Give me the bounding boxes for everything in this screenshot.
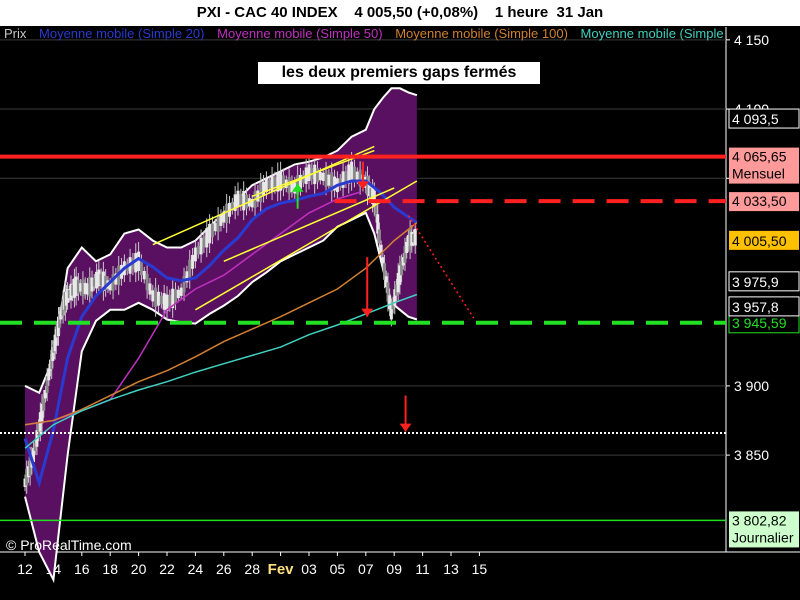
y-tick-label: 4 150 xyxy=(734,32,769,48)
legend-sma-200: Moyenne mobile (Simple 200) xyxy=(580,26,726,41)
chart-title: PXI - CAC 40 INDEX 4 005,50 (+0,08%) 1 h… xyxy=(196,4,604,21)
chart-annotation: les deux premiers gaps fermés xyxy=(257,61,541,85)
x-tick-label: 18 xyxy=(102,561,118,577)
price-candle xyxy=(219,214,223,226)
price-candle xyxy=(267,180,271,189)
legend-sma-50: Moyenne mobile (Simple 50) xyxy=(217,26,383,41)
price-candle xyxy=(321,172,325,182)
price-candle xyxy=(413,228,417,246)
price-candle xyxy=(47,369,51,381)
x-tick-label: 26 xyxy=(216,561,232,577)
x-tick-label: 07 xyxy=(358,561,374,577)
price-candle xyxy=(350,161,354,182)
price-candle xyxy=(196,246,200,255)
x-tick-label: 24 xyxy=(188,561,204,577)
chart-legend: Prix Moyenne mobile (Simple 20) Moyenne … xyxy=(4,26,726,41)
x-tick-label: 09 xyxy=(386,561,402,577)
price-candle xyxy=(42,396,46,411)
y-tick-label: 3 900 xyxy=(734,378,769,394)
price-candle xyxy=(176,289,180,299)
x-tick-label: 16 xyxy=(74,561,90,577)
x-tick-label: 05 xyxy=(330,561,346,577)
price-candle xyxy=(168,295,172,307)
price-candle xyxy=(239,194,243,206)
price-candle xyxy=(210,223,214,238)
price-candle xyxy=(256,190,260,202)
price-candle xyxy=(191,254,195,269)
value-label: 4 093,5 xyxy=(732,111,779,127)
price-candle xyxy=(174,289,178,304)
level-label: 3 802,82 xyxy=(732,512,787,528)
price-candle xyxy=(273,177,277,189)
x-tick-label: 13 xyxy=(443,561,459,577)
x-tick-label: 20 xyxy=(131,561,147,577)
price-candle xyxy=(137,251,141,272)
price-candle xyxy=(148,283,152,295)
price-candle xyxy=(154,287,158,307)
price-candle xyxy=(142,271,146,280)
price-candle xyxy=(151,290,155,302)
price-candle xyxy=(145,273,149,291)
value-label: 4 005,50 xyxy=(732,233,787,249)
price-candle xyxy=(205,228,209,248)
price-candle xyxy=(245,194,249,209)
price-candle xyxy=(159,295,163,305)
level-label: 4 065,65 xyxy=(732,149,787,165)
x-tick-label: 22 xyxy=(159,561,175,577)
x-tick-label: 28 xyxy=(244,561,260,577)
price-candle xyxy=(341,171,345,188)
price-candle xyxy=(327,174,331,186)
price-candle xyxy=(225,203,229,224)
price-candle xyxy=(236,190,240,208)
y-tick-label: 3 850 xyxy=(734,447,769,463)
price-candle xyxy=(199,237,203,255)
legend-sma-20: Moyenne mobile (Simple 20) xyxy=(39,26,205,41)
price-candle xyxy=(262,181,266,196)
value-label: 3 957,8 xyxy=(732,299,779,315)
x-tick-label: 15 xyxy=(472,561,488,577)
level-label: 3 945,59 xyxy=(732,315,787,331)
price-candle xyxy=(162,293,166,310)
price-candle xyxy=(193,247,197,262)
level-label: 4 033,50 xyxy=(732,193,787,209)
price-candle xyxy=(156,291,160,306)
x-tick-label: 11 xyxy=(415,561,430,577)
price-candle xyxy=(318,171,322,181)
price-candle xyxy=(355,171,359,180)
x-tick-label: 03 xyxy=(301,561,317,577)
legend-sma-100: Moyenne mobile (Simple 100) xyxy=(395,26,568,41)
price-candle xyxy=(208,223,212,244)
price-chart[interactable]: 4 1504 1004 0503 9003 850121416182022242… xyxy=(0,0,800,600)
price-candle xyxy=(344,171,348,183)
price-candle xyxy=(202,236,206,248)
price-candle xyxy=(242,190,246,211)
price-candle xyxy=(139,261,143,276)
level-label: Journalier xyxy=(732,529,794,545)
price-candle xyxy=(188,259,192,280)
price-candle xyxy=(352,166,356,181)
price-candle xyxy=(213,222,217,232)
price-candle xyxy=(324,170,328,187)
x-tick-label: 12 xyxy=(17,561,33,577)
legend-price: Prix xyxy=(4,26,27,41)
value-label: 3 975,9 xyxy=(732,274,779,290)
level-label: Mensuel xyxy=(732,166,785,182)
price-candle xyxy=(179,287,183,296)
price-candle xyxy=(377,229,381,244)
price-candle xyxy=(307,164,311,182)
watermark: © ProRealTime.com xyxy=(6,537,132,553)
chart-title-bar: PXI - CAC 40 INDEX 4 005,50 (+0,08%) 1 h… xyxy=(0,0,800,27)
x-tick-label: Fev xyxy=(268,561,295,578)
price-candle xyxy=(216,215,220,232)
price-candle xyxy=(313,164,317,185)
